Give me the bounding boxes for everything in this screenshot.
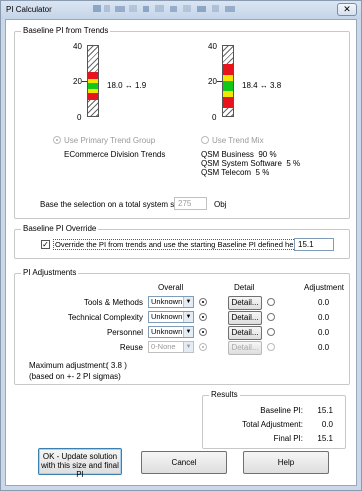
primary-trend-name: ECommerce Division Trends [64,150,166,159]
trend-mix-item: QSM System Software 5 % [201,159,301,168]
left-gauge-mid-tick [82,81,87,82]
left-pi-gauge [87,45,99,117]
system-size-field[interactable]: 275 [174,197,207,210]
technical-complexity-select[interactable]: Unknown ▼ [148,311,194,323]
technical-complexity-detail-radio[interactable] [267,313,275,321]
left-gauge-readout: 18.0 ↔ 1.9 [107,81,147,90]
right-gauge-mid-tick [217,81,222,82]
personnel-adjustment-value: 0.0 [318,328,330,337]
baseline-trends-legend: Baseline PI from Trends [21,26,111,35]
baseline-trends-group: Baseline PI from Trends 40 20 0 18.0 ↔ 1… [14,26,350,219]
right-gauge-scale-mid: 20 [208,77,217,86]
right-gauge-scale-bottom: 0 [212,113,217,122]
close-button[interactable]: ✕ [337,3,357,16]
override-checkbox-label[interactable]: Override the PI from trends and use the … [53,239,305,250]
final-pi-result: 15.1 [317,434,333,443]
left-gauge-scale-bottom: 0 [77,113,82,122]
reuse-select[interactable]: 0-None ▼ [148,341,194,353]
dropdown-arrow-icon: ▼ [183,327,193,337]
tools-methods-select[interactable]: Unknown ▼ [148,296,194,308]
technical-complexity-overall-radio[interactable] [199,313,207,321]
total-adjustment-result: 0.0 [321,420,333,429]
adjustment-row-label: Technical Complexity [67,313,143,322]
override-pi-field[interactable]: 15.1 [294,238,334,251]
dialog-body: Baseline PI from Trends 40 20 0 18.0 ↔ 1… [5,19,357,486]
column-header-adjustment: Adjustment [304,283,345,292]
column-header-detail: Detail [234,283,255,292]
trend-mix-label: Use Trend Mix [212,136,264,145]
right-gauge-scale-top: 40 [208,42,217,51]
reuse-overall-radio[interactable] [199,343,207,351]
technical-complexity-adjustment-value: 0.0 [318,313,330,322]
override-checkbox[interactable]: ✓ [41,240,50,249]
reuse-detail-button[interactable]: Detail... [228,341,262,355]
technical-complexity-detail-button[interactable]: Detail... [228,311,262,325]
title-bar[interactable]: PI Calculator ✕ [1,1,361,19]
tools-methods-overall-radio[interactable] [199,298,207,306]
baseline-pi-result: 15.1 [317,406,333,415]
personnel-detail-radio[interactable] [267,328,275,336]
trend-mix-item: QSM Telecom 5 % [201,168,270,177]
maximum-adjustment-value: ( 3.8 ) [106,361,127,370]
system-size-label: Base the selection on a total system siz… [40,200,194,209]
personnel-select[interactable]: Unknown ▼ [148,326,194,338]
maximum-adjustment-label: Maximum adjustment: [29,361,108,370]
trend-mix-radio[interactable] [201,136,209,144]
right-gauge-green-band [223,81,233,91]
results-label: Total Adjustment: [242,420,303,429]
results-label: Final PI: [273,434,303,443]
adjustment-row-label: Personnel [106,328,143,337]
window-title: PI Calculator [6,5,52,14]
primary-trend-radio[interactable] [53,136,61,144]
left-gauge-scale-top: 40 [73,42,82,51]
right-pi-gauge [222,45,234,117]
column-header-overall: Overall [158,283,184,292]
right-gauge-readout: 18.4 ↔ 3.8 [242,81,282,90]
tools-methods-detail-radio[interactable] [267,298,275,306]
results-group: Results Baseline PI: 15.1 Total Adjustme… [202,390,346,449]
system-size-unit: Obj [214,200,227,209]
primary-trend-label: Use Primary Trend Group [64,136,156,145]
personnel-overall-radio[interactable] [199,328,207,336]
left-gauge-red-band [88,72,98,79]
left-gauge-red-band [88,93,98,100]
dropdown-arrow-icon: ▼ [183,342,193,352]
pi-calculator-window: PI Calculator ✕ Baseline PI from Trends … [0,0,362,491]
baseline-override-group: Baseline PI Override ✓ Override the PI f… [14,224,350,259]
cancel-button[interactable]: Cancel [141,451,227,474]
tools-methods-adjustment-value: 0.0 [318,298,330,307]
title-bar-decoration-icon [93,5,235,12]
right-gauge-red-band [223,64,233,75]
baseline-override-legend: Baseline PI Override [21,224,99,233]
trend-mix-item: QSM Business 90 % [201,150,277,159]
maximum-adjustment-note: (based on +- 2 PI sigmas) [29,372,121,381]
reuse-adjustment-value: 0.0 [318,343,330,352]
personnel-detail-button[interactable]: Detail... [228,326,262,340]
left-gauge-scale-mid: 20 [73,77,82,86]
help-button[interactable]: Help [243,451,329,474]
plus-minus-icon: ↔ [259,81,268,90]
dropdown-arrow-icon: ▼ [183,312,193,322]
adjustment-row-label: Tools & Methods [83,298,143,307]
reuse-detail-radio[interactable] [267,343,275,351]
results-label: Baseline PI: [260,406,303,415]
close-icon: ✕ [343,4,351,14]
tools-methods-detail-button[interactable]: Detail... [228,296,262,310]
adjustment-row-label: Reuse [119,343,143,352]
right-gauge-red-band [223,97,233,108]
pi-adjustments-group: PI Adjustments Overall Detail Adjustment… [14,268,350,385]
dropdown-arrow-icon: ▼ [183,297,193,307]
results-legend: Results [209,390,240,399]
plus-minus-icon: ↔ [124,81,133,90]
pi-adjustments-legend: PI Adjustments [21,268,79,277]
ok-update-button[interactable]: OK - Update solution with this size and … [38,448,122,479]
